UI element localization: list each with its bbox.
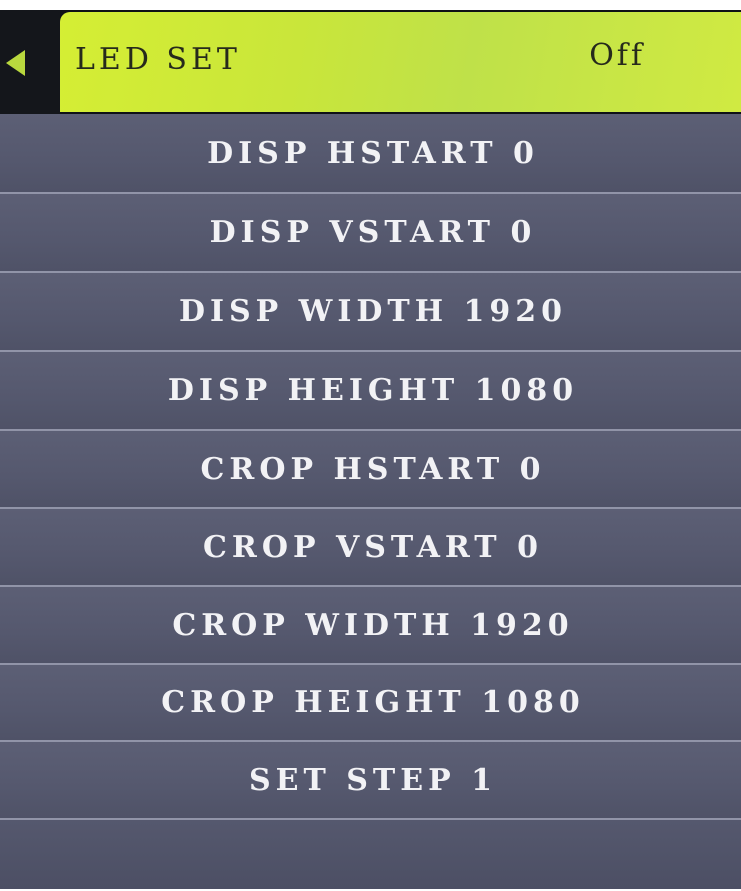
menu-item-label: DISP HSTART 0	[207, 135, 539, 171]
menu-item-crop-height[interactable]: CROP HEIGHT 1080	[0, 663, 741, 740]
menu-item-label: DISP VSTART 0	[209, 215, 537, 250]
menu-item-disp-vstart[interactable]: DISP VSTART 0	[0, 192, 741, 271]
menu-item-label: CROP VSTART 0	[203, 529, 543, 565]
menu-item-label: CROP HSTART 0	[200, 451, 546, 487]
menu-item-empty	[0, 818, 741, 889]
menu-item-label: CROP WIDTH 1920	[172, 607, 574, 643]
header-value: Off	[589, 38, 645, 73]
led-set-header[interactable]: LED SET Off	[60, 12, 741, 112]
menu-item-disp-width[interactable]: DISP WIDTH 1920	[0, 271, 741, 350]
left-strip	[0, 10, 60, 114]
menu-item-disp-hstart[interactable]: DISP HSTART 0	[0, 114, 741, 192]
menu-list: DISP HSTART 0 DISP VSTART 0 DISP WIDTH 1…	[0, 114, 741, 889]
menu-item-crop-hstart[interactable]: CROP HSTART 0	[0, 429, 741, 507]
menu-item-label: DISP WIDTH 1920	[178, 294, 568, 329]
menu-item-label: CROP HEIGHT 1080	[161, 685, 585, 720]
back-arrow-icon[interactable]	[6, 50, 25, 76]
menu-item-label: SET STEP 1	[248, 762, 498, 798]
menu-item-crop-width[interactable]: CROP WIDTH 1920	[0, 585, 741, 663]
menu-item-crop-vstart[interactable]: CROP VSTART 0	[0, 507, 741, 585]
menu-item-disp-height[interactable]: DISP HEIGHT 1080	[0, 350, 741, 429]
menu-item-set-step[interactable]: SET STEP 1	[0, 740, 741, 818]
menu-item-label: DISP HEIGHT 1080	[167, 373, 579, 408]
header-title: LED SET	[75, 42, 241, 77]
osd-screen: LED SET Off DISP HSTART 0 DISP VSTART 0 …	[0, 10, 741, 889]
